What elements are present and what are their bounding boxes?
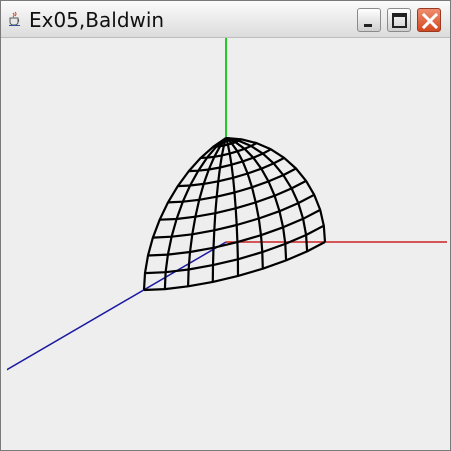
mesh-latitude-line [143,241,326,292]
maximize-icon [392,13,407,28]
maximize-button[interactable] [387,8,411,32]
close-icon [421,12,439,30]
app-window: Ex05,Baldwin [0,0,451,451]
minimize-icon [364,24,372,27]
title-bar[interactable]: Ex05,Baldwin [1,1,450,38]
java-cup-icon[interactable] [7,11,23,27]
z-axis-line [7,241,227,371]
mesh-meridian-line [211,137,228,282]
hemisphere-wireframe-mesh [142,136,327,292]
3d-canvas[interactable] [7,38,447,446]
window-title: Ex05,Baldwin [29,8,165,32]
mesh-meridian-line [225,137,264,269]
minimize-button[interactable] [357,8,381,32]
mesh-meridian-line [224,137,240,276]
close-button[interactable] [417,8,441,32]
